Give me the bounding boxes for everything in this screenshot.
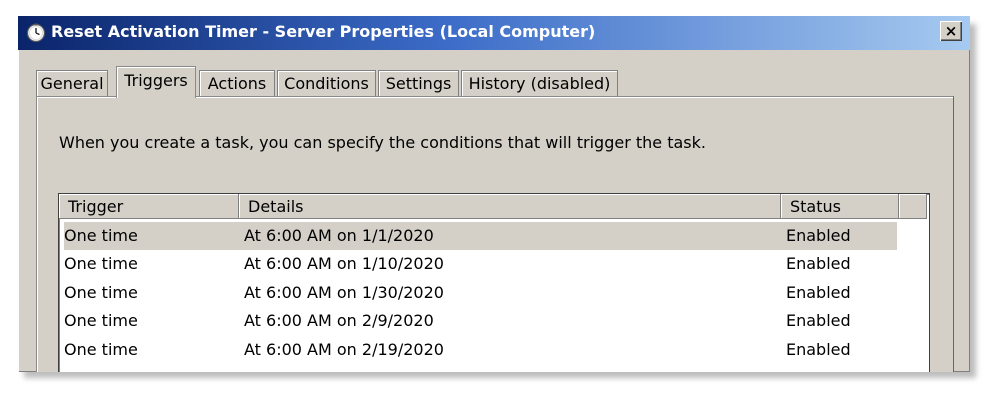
trigger-details: At 6:00 AM on 2/9/2020 — [244, 311, 434, 330]
trigger-details: At 6:00 AM on 1/30/2020 — [244, 283, 444, 302]
window-title: Reset Activation Timer - Server Properti… — [51, 22, 596, 41]
trigger-type: One time — [64, 283, 138, 302]
close-button[interactable]: × — [940, 21, 962, 41]
trigger-details: At 6:00 AM on 1/1/2020 — [244, 226, 434, 245]
close-icon: × — [944, 21, 958, 40]
column-header-trigger[interactable]: Trigger — [59, 194, 239, 219]
trigger-status: Enabled — [786, 311, 851, 330]
list-header: Trigger Details Status — [59, 194, 929, 220]
title-bar[interactable]: Reset Activation Timer - Server Properti… — [18, 16, 970, 50]
trigger-type: One time — [64, 311, 138, 330]
trigger-details: At 6:00 AM on 1/10/2020 — [244, 254, 444, 273]
triggers-tab-panel: When you create a task, you can specify … — [36, 96, 954, 372]
trigger-status: Enabled — [786, 226, 851, 245]
trigger-status: Enabled — [786, 254, 851, 273]
trigger-details: At 6:00 AM on 2/19/2020 — [244, 340, 444, 359]
trigger-row[interactable]: One time At 6:00 AM on 1/1/2020 Enabled — [64, 222, 897, 250]
task-scheduler-clock-icon — [26, 23, 46, 43]
properties-dialog: Reset Activation Timer - Server Properti… — [18, 16, 970, 372]
column-header-filler — [899, 194, 927, 219]
trigger-type: One time — [64, 340, 138, 359]
trigger-type: One time — [64, 254, 138, 273]
trigger-row[interactable]: One time At 6:00 AM on 2/19/2020 Enabled — [64, 336, 897, 364]
triggers-list[interactable]: Trigger Details Status One time At 6:00 … — [58, 193, 930, 372]
tab-triggers[interactable]: Triggers — [116, 66, 196, 98]
trigger-row[interactable]: One time At 6:00 AM on 1/10/2020 Enabled — [64, 250, 897, 278]
tab-conditions[interactable]: Conditions — [277, 70, 376, 97]
column-header-details[interactable]: Details — [239, 194, 781, 219]
trigger-status: Enabled — [786, 283, 851, 302]
tab-settings[interactable]: Settings — [378, 70, 459, 97]
column-header-status[interactable]: Status — [781, 194, 899, 219]
trigger-type: One time — [64, 226, 138, 245]
trigger-row[interactable]: One time At 6:00 AM on 2/9/2020 Enabled — [64, 307, 897, 335]
tab-actions[interactable]: Actions — [199, 70, 275, 97]
tab-history[interactable]: History (disabled) — [461, 70, 618, 97]
triggers-description: When you create a task, you can specify … — [59, 133, 706, 152]
tab-general[interactable]: General — [36, 70, 108, 97]
trigger-row[interactable]: One time At 6:00 AM on 1/30/2020 Enabled — [64, 279, 897, 307]
trigger-status: Enabled — [786, 340, 851, 359]
